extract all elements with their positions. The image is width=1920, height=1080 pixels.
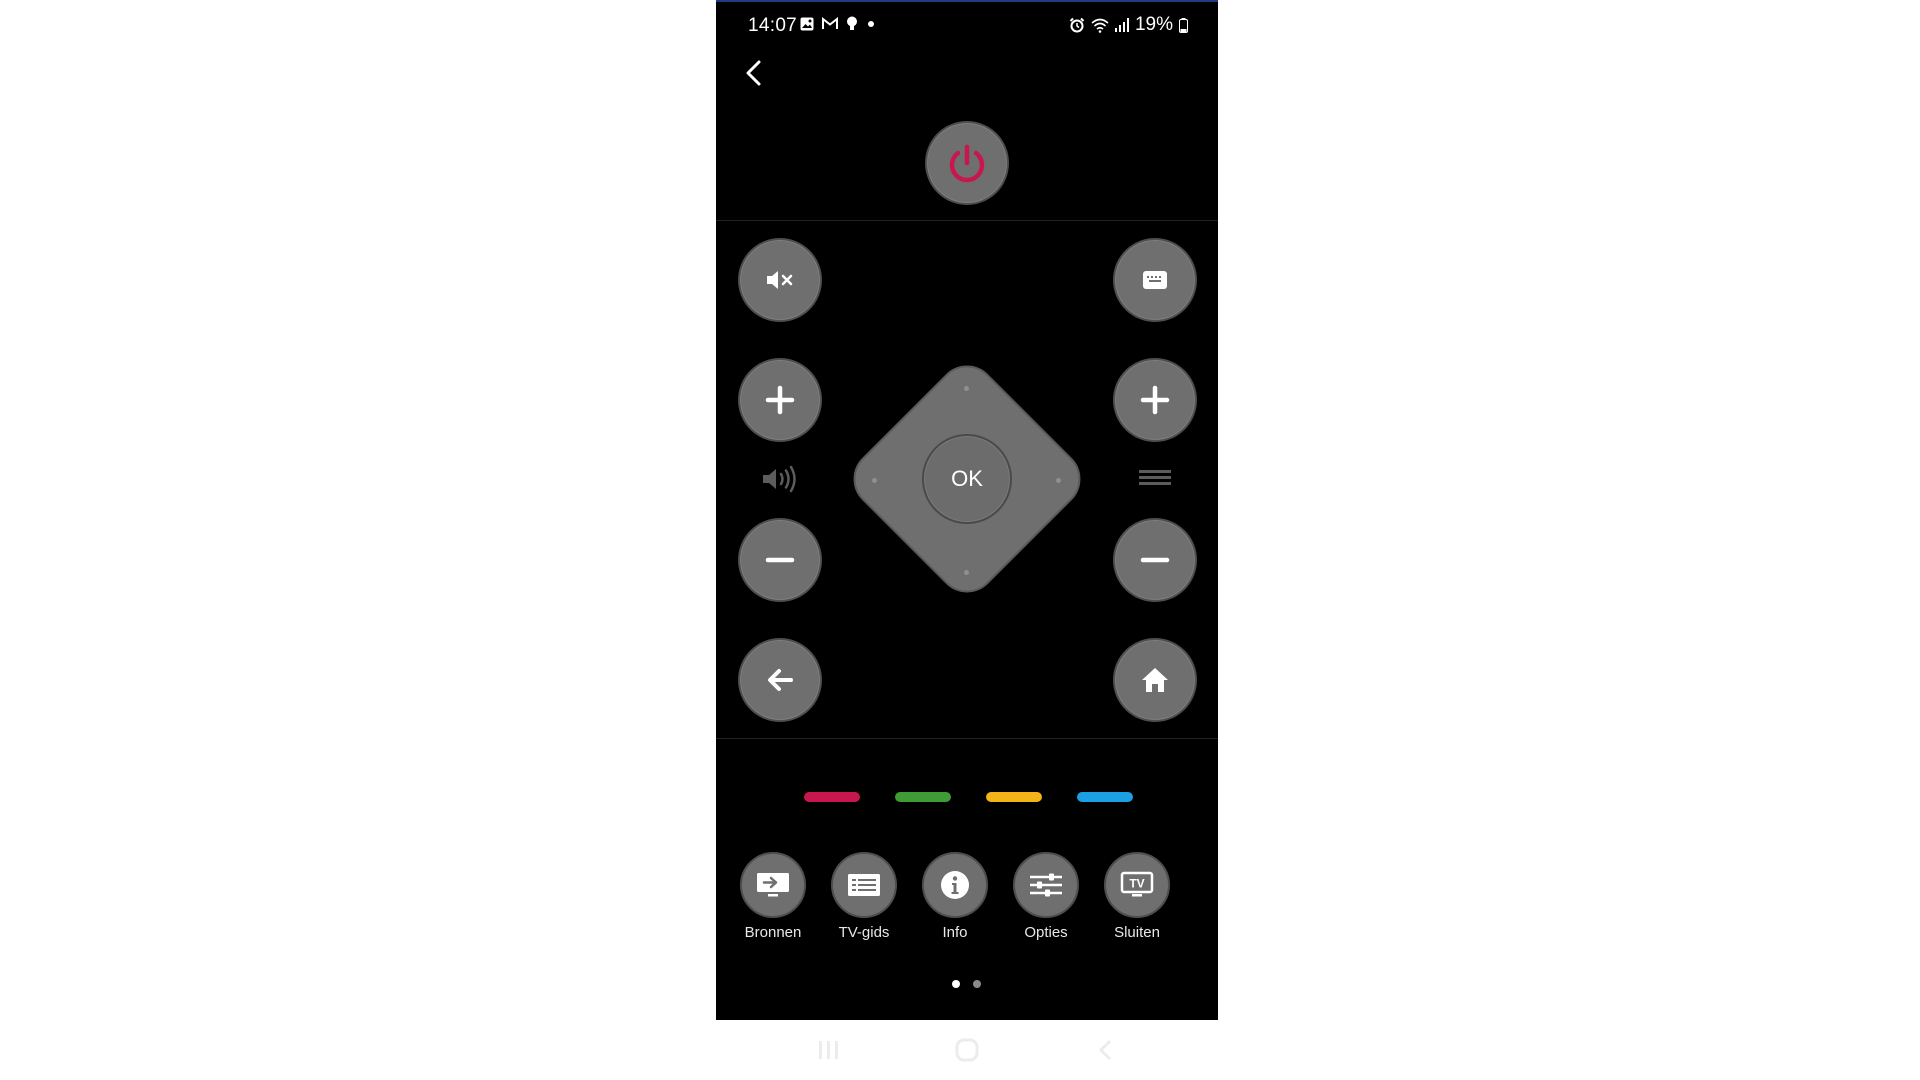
bronnen-button[interactable]: Bronnen [738, 852, 808, 952]
bronnen-label: Bronnen [744, 924, 802, 941]
dot-icon [868, 20, 874, 27]
status-right-icons: 19% [1069, 14, 1188, 36]
keyboard-icon [1143, 271, 1167, 289]
color-button-yellow[interactable] [986, 792, 1042, 802]
channel-up-button[interactable] [1113, 358, 1197, 442]
divider-bottom [716, 738, 1218, 739]
status-bar: 14:07 19% [716, 0, 1218, 52]
recents-icon[interactable] [816, 1038, 842, 1062]
signal-icon [1114, 18, 1129, 32]
keyboard-button[interactable] [1113, 238, 1197, 322]
channel-label [1125, 462, 1185, 496]
dpad-right[interactable] [1056, 478, 1061, 483]
bronnen-ring [740, 852, 806, 918]
channel-down-button[interactable] [1113, 518, 1197, 602]
arrow-left-icon [768, 669, 793, 691]
info-icon [941, 871, 969, 899]
info-button[interactable]: Info [920, 852, 990, 952]
tv-icon: TV [1120, 871, 1154, 897]
mute-icon [767, 271, 793, 289]
channel-lines-icon [1139, 470, 1171, 485]
ok-button[interactable]: OK [922, 434, 1012, 524]
phone-screen: 14:07 19% OK Bronnen TV-gids Info Opties… [716, 0, 1218, 1020]
speaker-icon [763, 465, 796, 493]
home-button[interactable] [1113, 638, 1197, 722]
power-button[interactable] [925, 121, 1009, 205]
color-button-red[interactable] [804, 792, 860, 802]
color-button-blue[interactable] [1077, 792, 1133, 802]
return-button[interactable] [738, 638, 822, 722]
chevron-left-icon [746, 60, 761, 86]
opties-ring [1013, 852, 1079, 918]
battery-icon [1179, 17, 1188, 33]
sluiten-ring: TV [1104, 852, 1170, 918]
dpad-down[interactable] [964, 570, 969, 575]
gmail-icon [822, 17, 838, 29]
tv-gids-label: TV-gids [838, 924, 890, 941]
volume-label [750, 462, 810, 496]
plus-icon [765, 385, 795, 415]
volume-up-button[interactable] [738, 358, 822, 442]
image-icon [800, 17, 814, 30]
plus-icon [1140, 385, 1170, 415]
sluiten-button[interactable]: TV Sluiten [1102, 852, 1172, 952]
color-button-green[interactable] [895, 792, 951, 802]
mute-button[interactable] [738, 238, 822, 322]
power-icon [949, 144, 985, 183]
system-nav-bar [716, 1020, 1218, 1080]
back-button[interactable] [738, 56, 772, 90]
divider-top [716, 220, 1218, 221]
dpad: OK [841, 353, 1093, 605]
back-nav-icon[interactable] [1094, 1038, 1118, 1062]
tv-gids-ring [831, 852, 897, 918]
wifi-icon [1091, 18, 1109, 33]
sources-icon [757, 873, 789, 897]
status-time: 14:07 [748, 15, 798, 36]
alarm-icon [1069, 17, 1085, 33]
dpad-left[interactable] [872, 478, 877, 483]
status-left-icons [800, 16, 876, 31]
info-ring [922, 852, 988, 918]
page-indicator [952, 980, 982, 990]
opties-button[interactable]: Opties [1011, 852, 1081, 952]
page-dot-1[interactable] [952, 980, 960, 988]
minus-icon [765, 557, 795, 563]
sluiten-label: Sluiten [1114, 924, 1160, 941]
opties-label: Opties [1024, 924, 1068, 941]
home-icon [1142, 668, 1168, 692]
tv-icon-text: TV [1129, 877, 1144, 891]
page-dot-2[interactable] [973, 980, 981, 988]
bulb-icon [847, 16, 857, 30]
tv-gids-button[interactable]: TV-gids [829, 852, 899, 952]
options-icon [1030, 873, 1062, 897]
dpad-up[interactable] [964, 386, 969, 391]
battery-percentage: 19% [1134, 14, 1173, 35]
info-label: Info [942, 924, 968, 941]
volume-down-button[interactable] [738, 518, 822, 602]
tv-guide-icon [848, 874, 880, 896]
home-circle-icon[interactable] [954, 1037, 980, 1063]
minus-icon [1140, 557, 1170, 563]
